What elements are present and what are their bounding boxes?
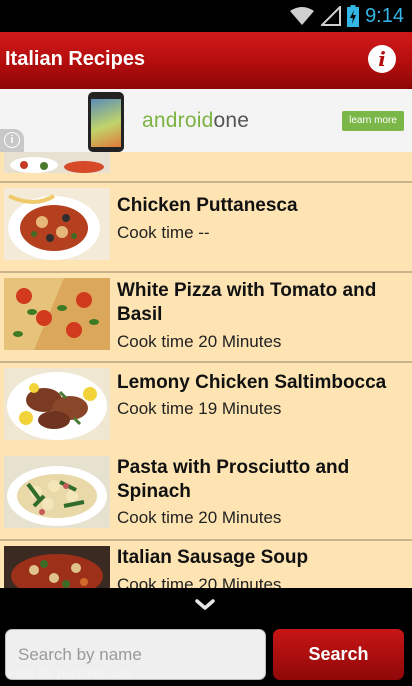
watermark: Free for personal use [8, 665, 132, 680]
ad-info-icon[interactable]: i [0, 129, 24, 152]
recipe-cook-time: Cook time 20 Minutes [117, 332, 282, 351]
recipe-title: Pasta with Prosciutto and Spinach [117, 457, 350, 502]
ad-brand: androidone [142, 109, 249, 133]
list-item[interactable]: Italian Sausage Soup Cook time 20 Minute… [0, 541, 412, 588]
list-item[interactable]: Pasta with Prosciutto and Spinach Cook t… [0, 451, 412, 541]
ad-brand-part2: one [213, 109, 250, 132]
status-bar: 9:14 [0, 0, 412, 32]
battery-charging-icon [347, 5, 360, 27]
status-time: 9:14 [365, 4, 404, 27]
ad-banner[interactable]: androidone learn more i [0, 89, 412, 153]
ad-learn-more-button[interactable]: learn more [342, 111, 404, 131]
recipe-thumbnail [4, 456, 110, 528]
recipe-title: Italian Sausage Soup [117, 547, 309, 568]
ad-phone-image [88, 92, 124, 152]
recipe-title: Lemony Chicken Saltimbocca [117, 372, 387, 393]
list-item[interactable]: White Pizza with Tomato and Basil Cook t… [0, 273, 412, 363]
recipe-thumbnail [4, 546, 110, 588]
recipe-title: Chicken Puttanesca [117, 195, 298, 216]
recipe-title: White Pizza with Tomato and Basil [117, 280, 377, 325]
list-item[interactable]: Lemony Chicken Saltimbocca Cook time 19 … [0, 363, 412, 453]
search-button[interactable]: Search [273, 629, 404, 680]
info-icon[interactable]: i [368, 45, 396, 73]
signal-icon [321, 6, 342, 26]
list-item-partial[interactable] [0, 152, 412, 183]
collapse-bar[interactable] [0, 588, 412, 620]
recipe-cook-time: Cook time 20 Minutes [117, 508, 282, 527]
ad-brand-part1: android [142, 109, 214, 132]
recipe-thumbnail [4, 368, 110, 440]
recipe-list[interactable]: Chicken Puttanesca Cook time -- White Pi… [0, 152, 412, 588]
wifi-icon [290, 7, 315, 25]
chevron-down-icon[interactable] [194, 598, 216, 612]
recipe-cook-time: Cook time -- [117, 223, 210, 242]
app-title: Italian Recipes [5, 48, 146, 70]
recipe-thumbnail [4, 152, 110, 173]
recipe-cook-time: Cook time 19 Minutes [117, 399, 282, 418]
recipe-cook-time: Cook time 20 Minutes [117, 575, 282, 588]
list-item[interactable]: Chicken Puttanesca Cook time -- [0, 183, 412, 273]
recipe-thumbnail [4, 188, 110, 260]
recipe-thumbnail [4, 278, 110, 350]
app-bar: Italian Recipes i [0, 32, 412, 89]
status-icons: 9:14 [289, 4, 404, 28]
